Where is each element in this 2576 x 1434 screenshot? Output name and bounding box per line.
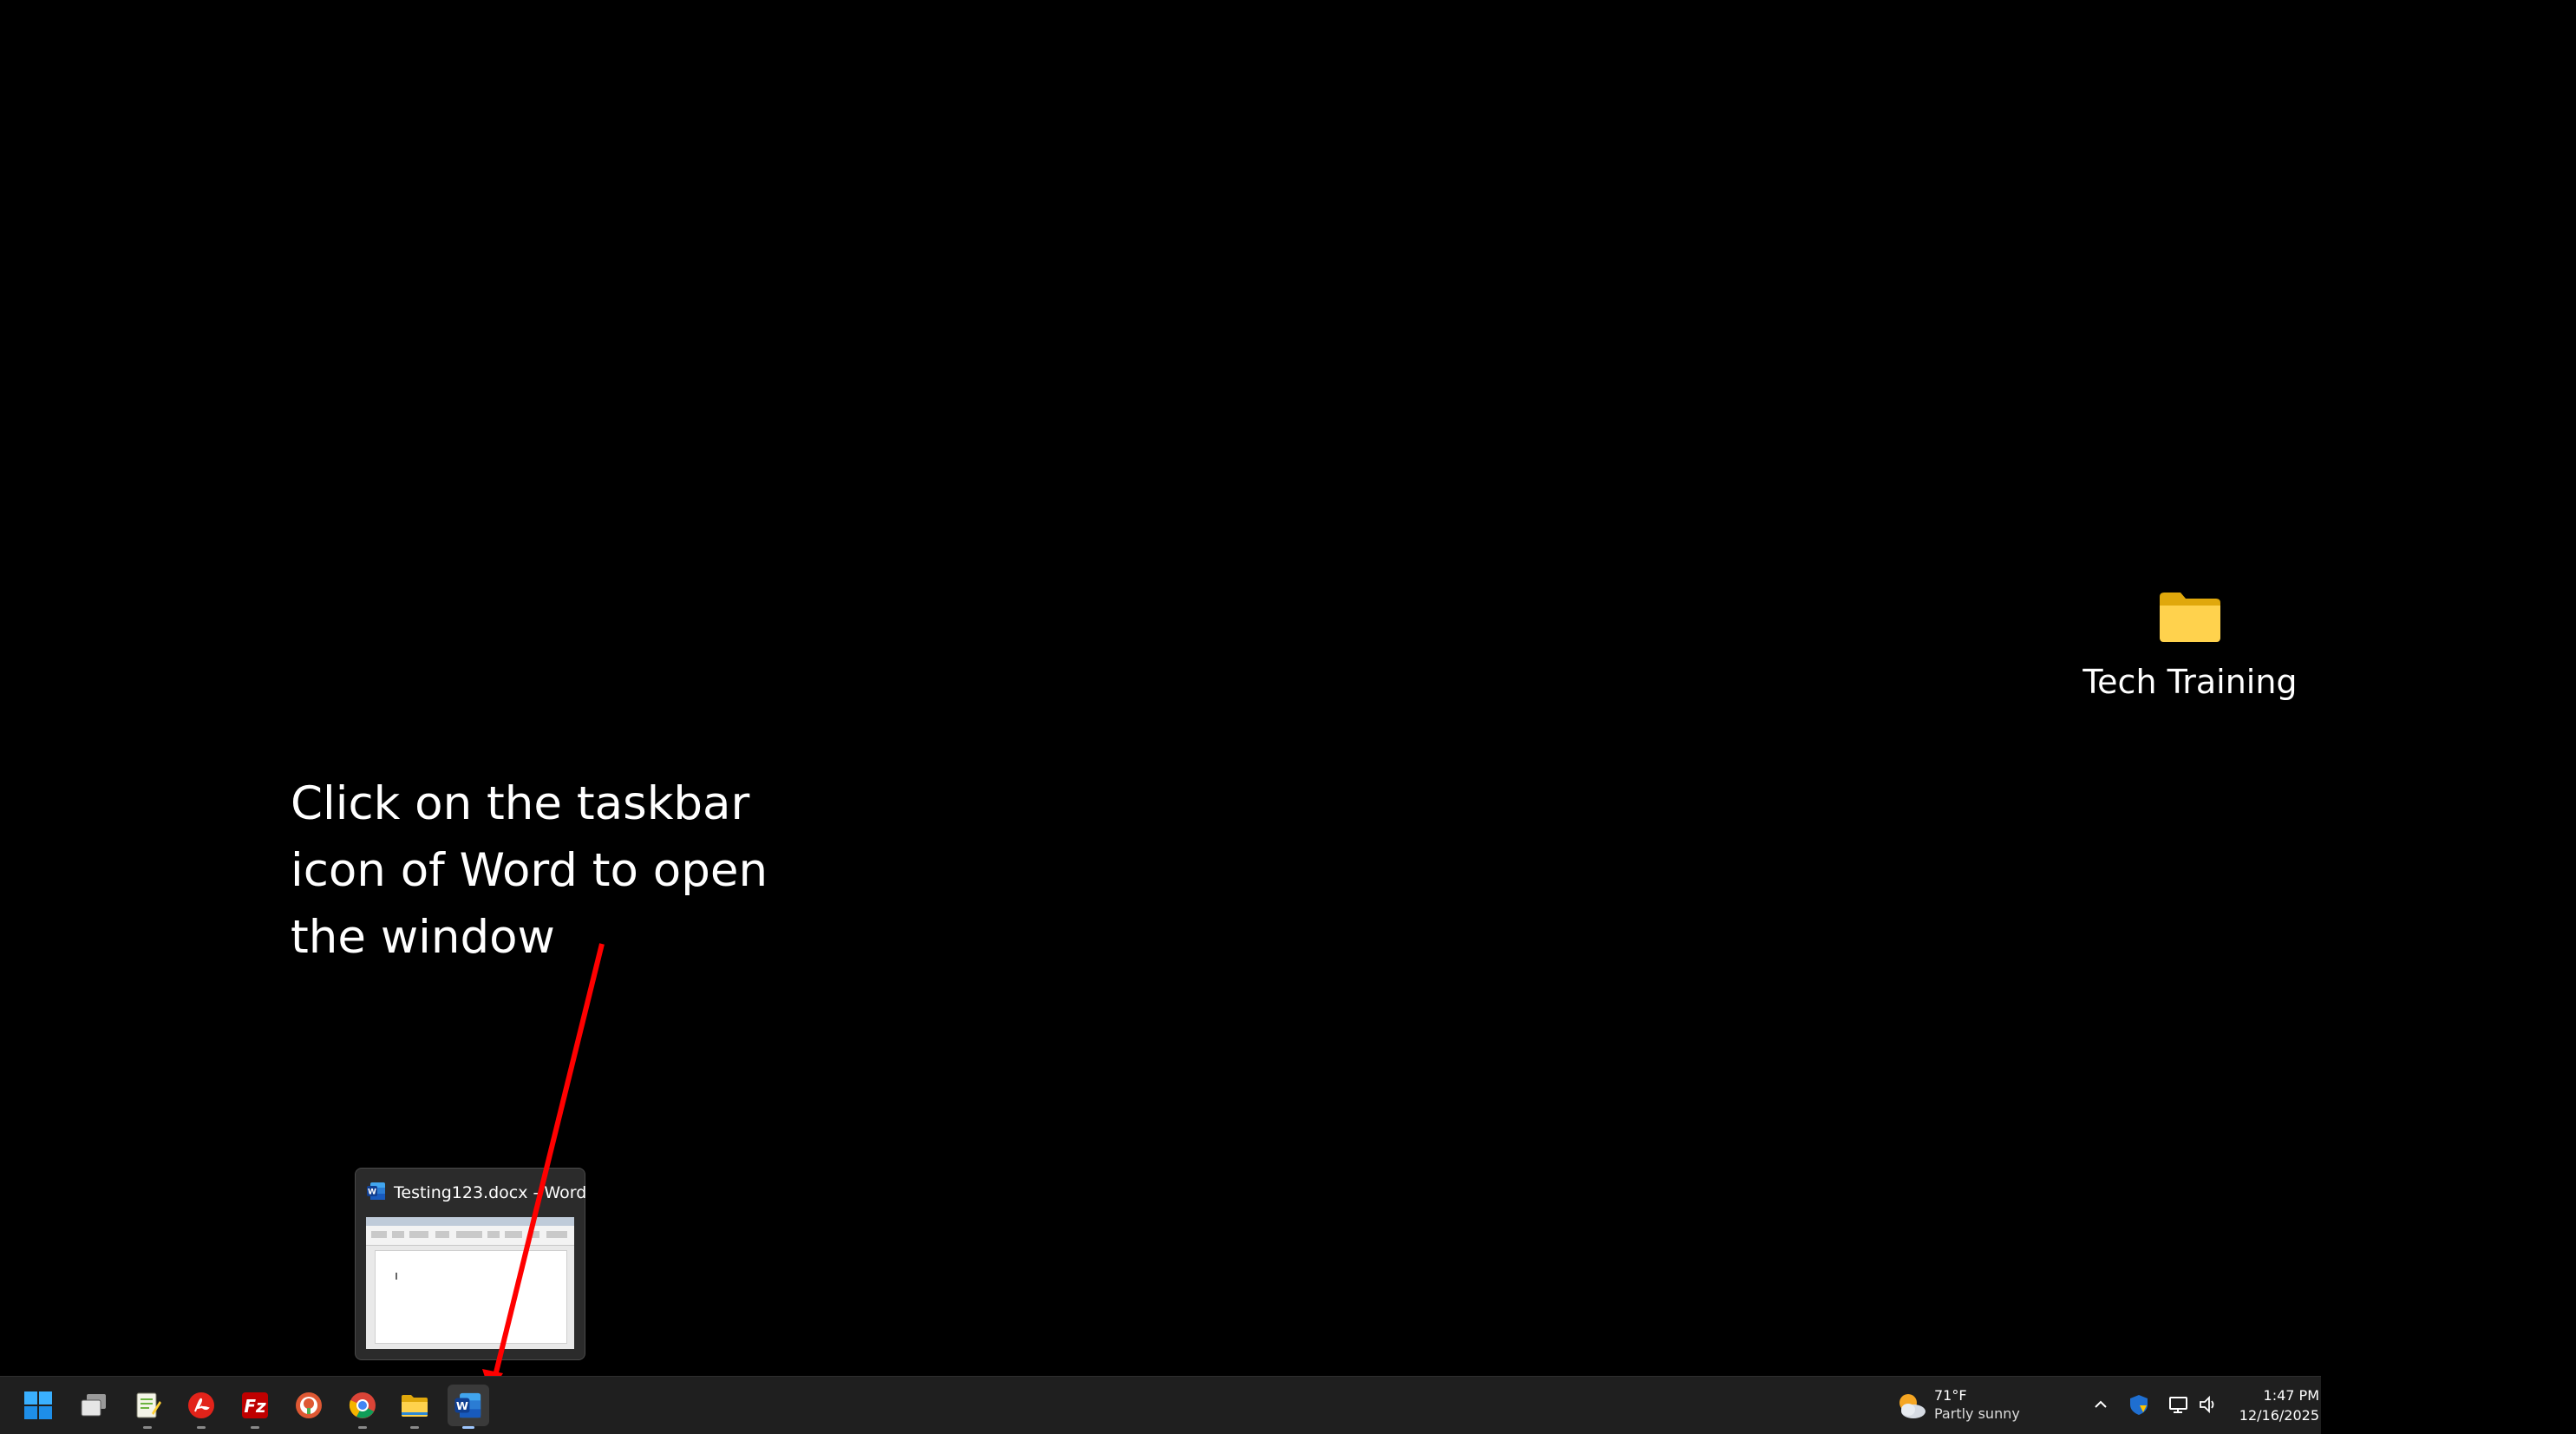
preview-caret [396,1273,397,1280]
taskbar: Fz W 71°F Partly sunny 1:47 PM 12/16/202… [0,1376,2321,1434]
preview-titlebar [366,1217,574,1226]
clock-date: 12/16/2025 [2239,1407,2319,1424]
taskbar-app-chrome[interactable] [342,1385,383,1429]
security-shield-icon [2130,1395,2148,1415]
chevron-up-icon [2095,1400,2107,1408]
desktop-icon-label: Tech Training [2082,663,2298,701]
svg-text:W: W [368,1188,376,1197]
network-icon [2169,1397,2187,1413]
svg-text:W: W [456,1400,468,1413]
folder-icon [402,1395,428,1417]
taskbar-app-filezilla[interactable]: Fz [234,1385,276,1429]
word-icon: W [367,1182,385,1200]
duckduckgo-icon [296,1392,322,1418]
network-tray-button[interactable] [2165,1391,2193,1418]
weather-widget[interactable]: 71°F Partly sunny [1894,1387,2042,1425]
taskbar-app-pdf-reader[interactable] [180,1385,222,1429]
instruction-line: Click on the taskbar [291,777,750,830]
security-tray-button[interactable] [2125,1391,2153,1418]
weather-condition: Partly sunny [1934,1405,2020,1422]
task-view-icon [81,1394,106,1417]
task-view-button[interactable] [73,1385,114,1426]
weather-temp: 71°F [1934,1387,1967,1404]
volume-tray-button[interactable] [2194,1391,2222,1418]
instruction-callout: Click on the taskbar icon of Word to ope… [291,770,828,971]
start-button[interactable] [17,1385,59,1426]
thumbnail-preview [366,1217,574,1349]
folder-icon [2160,593,2220,642]
instruction-line: icon of Word to open [291,844,768,897]
filezilla-icon: Fz [242,1392,268,1418]
partly-sunny-icon [1899,1394,1925,1418]
svg-text:Fz: Fz [244,1396,266,1417]
desktop: Tech Training Click on the taskbar icon … [0,0,2576,1434]
pdf-reader-icon [188,1392,214,1418]
show-hidden-icons-button[interactable] [2087,1391,2115,1418]
clock-time: 1:47 PM [2263,1387,2319,1404]
volume-icon [2200,1395,2214,1414]
taskbar-app-file-explorer[interactable] [394,1385,435,1429]
desktop-icon-tech-training[interactable]: Tech Training [2064,579,2316,718]
thumbnail-title: Testing123.docx - Word [394,1183,587,1202]
preview-ribbon [366,1226,574,1246]
clock[interactable]: 1:47 PM 12/16/2025 [2227,1385,2319,1425]
taskbar-app-notepad-plus[interactable] [127,1385,168,1429]
taskbar-app-word[interactable]: W [448,1385,489,1429]
preview-page [375,1250,567,1344]
word-window-thumbnail[interactable]: W Testing123.docx - Word [355,1168,587,1360]
notepad-icon [136,1392,161,1418]
windows-start-icon [24,1391,52,1419]
chrome-icon [349,1392,376,1418]
taskbar-app-duckduckgo[interactable] [288,1385,330,1426]
instruction-line: the window [291,911,555,964]
desktop-right-margin [2321,0,2576,1433]
word-icon: W [454,1392,481,1418]
